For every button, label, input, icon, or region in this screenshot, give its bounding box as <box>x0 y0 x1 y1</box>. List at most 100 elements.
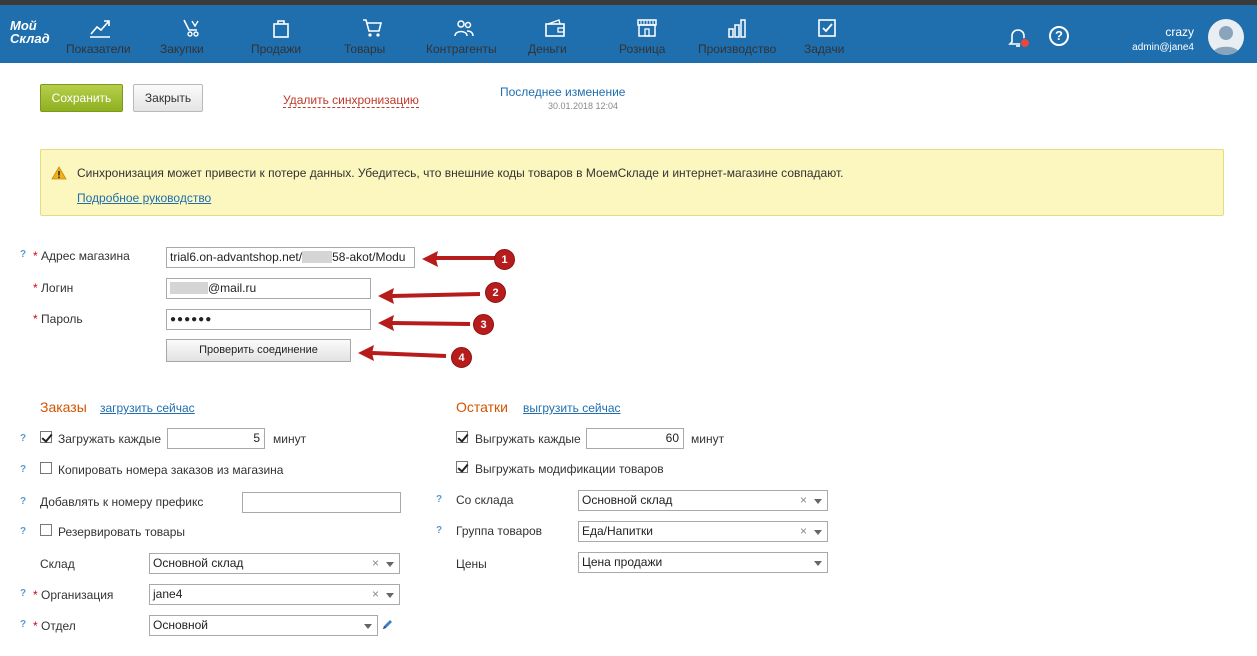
required-mark: * <box>33 281 38 295</box>
notification-badge <box>1020 38 1030 48</box>
last-change-date: 30.01.2018 12:04 <box>548 101 619 111</box>
load-every-input[interactable]: 5 <box>167 428 265 449</box>
copy-numbers-label: Копировать номера заказов из магазина <box>58 463 284 477</box>
export-mods-checkbox[interactable] <box>456 461 468 473</box>
guide-link[interactable]: Подробное руководство <box>77 191 211 205</box>
nav-item-retail[interactable]: Розница <box>619 5 675 63</box>
organization-label: * Организация <box>33 588 113 602</box>
orders-title: Заказы <box>40 399 87 415</box>
login-input[interactable]: @mail.ru <box>166 278 371 299</box>
department-select[interactable]: Основной <box>149 615 378 636</box>
warehouse-value: Основной склад <box>153 556 244 570</box>
nav-label: Деньги <box>528 42 567 56</box>
clear-icon[interactable]: × <box>800 491 807 510</box>
organization-value: jane4 <box>153 587 183 601</box>
help-icon[interactable]: ? <box>433 494 445 506</box>
help-icon[interactable]: ? <box>17 588 29 600</box>
nav-item-counterparties[interactable]: Контрагенты <box>426 5 502 63</box>
prefix-input[interactable] <box>242 492 401 513</box>
from-warehouse-label: Со склада <box>456 493 514 507</box>
export-now-link[interactable]: выгрузить сейчас <box>523 401 621 415</box>
organization-label-text: Организация <box>41 588 114 602</box>
help-icon[interactable]: ? <box>1049 26 1069 46</box>
clear-icon[interactable]: × <box>372 585 379 604</box>
nav-label: Показатели <box>66 42 131 56</box>
pencil-icon[interactable] <box>381 619 393 631</box>
cart-icon <box>361 18 383 38</box>
help-icon[interactable]: ? <box>17 496 29 508</box>
chevron-down-icon[interactable] <box>386 562 394 567</box>
redacted-block <box>170 282 208 294</box>
nav-label: Продажи <box>251 42 302 56</box>
help-icon[interactable]: ? <box>17 249 29 261</box>
nav-item-money[interactable]: Деньги <box>528 5 582 63</box>
warehouse-select[interactable]: Основной склад × <box>149 553 400 574</box>
organization-select[interactable]: jane4 × <box>149 584 400 605</box>
shop-address-label-text: Адрес магазина <box>41 249 130 263</box>
chevron-down-icon[interactable] <box>814 530 822 535</box>
logo-line-2: Склад <box>10 31 50 46</box>
chevron-down-icon[interactable] <box>386 593 394 598</box>
department-label: * Отдел <box>33 619 76 633</box>
annotation-arrow <box>378 315 471 331</box>
required-mark: * <box>33 619 38 633</box>
nav-item-purchases[interactable]: Закупки <box>160 5 222 63</box>
reserve-checkbox[interactable] <box>40 524 52 536</box>
close-button[interactable]: Закрыть <box>133 84 203 112</box>
clear-icon[interactable]: × <box>800 522 807 541</box>
product-group-select[interactable]: Еда/Напитки × <box>578 521 828 542</box>
delete-sync-link[interactable]: Удалить синхронизацию <box>283 93 419 108</box>
nav-item-products[interactable]: Товары <box>344 5 400 63</box>
required-mark: * <box>33 588 38 602</box>
copy-numbers-checkbox[interactable] <box>40 462 52 474</box>
help-icon[interactable]: ? <box>17 433 29 445</box>
task-icon <box>816 18 838 38</box>
check-connection-button[interactable]: Проверить соединение <box>166 339 351 362</box>
wallet-icon <box>544 18 566 38</box>
export-mods-label: Выгружать модификации товаров <box>475 462 664 476</box>
chevron-down-icon[interactable] <box>814 499 822 504</box>
nav-label: Контрагенты <box>426 42 497 56</box>
shop-address-input[interactable]: trial6.on-advantshop.net/58-akot/Modu <box>166 247 415 268</box>
load-now-link[interactable]: загрузить сейчас <box>100 401 195 415</box>
login-label: * Логин <box>33 281 73 295</box>
avatar[interactable] <box>1208 19 1244 55</box>
help-icon[interactable]: ? <box>433 525 445 537</box>
last-change-label: Последнее изменение <box>500 85 626 99</box>
annotation-arrow <box>378 288 481 304</box>
chevron-down-icon[interactable] <box>814 561 822 566</box>
annotation-badge: 1 <box>494 249 515 270</box>
password-input[interactable]: ●●●●●● <box>166 309 371 330</box>
prefix-label: Добавлять к номеру префикс <box>40 495 204 509</box>
redacted-block <box>302 251 333 263</box>
warning-icon <box>51 166 67 180</box>
nav-label: Задачи <box>804 42 845 56</box>
save-button[interactable]: Сохранить <box>40 84 123 112</box>
user-name[interactable]: crazy <box>1165 25 1194 39</box>
export-every-input[interactable]: 60 <box>586 428 684 449</box>
from-warehouse-select[interactable]: Основной склад × <box>578 490 828 511</box>
user-login[interactable]: admin@jane4 <box>1132 42 1194 53</box>
chart-icon <box>89 18 111 38</box>
clear-icon[interactable]: × <box>372 554 379 573</box>
help-icon[interactable]: ? <box>17 619 29 631</box>
nav-item-tasks[interactable]: Задачи <box>804 5 850 63</box>
help-icon[interactable]: ? <box>17 526 29 538</box>
product-group-value: Еда/Напитки <box>582 524 654 538</box>
export-every-checkbox[interactable] <box>456 431 468 443</box>
nav-item-sales[interactable]: Продажи <box>251 5 311 63</box>
top-navbar: Мой Склад Показатели Закупки Продажи Тов… <box>0 5 1257 63</box>
logo[interactable]: Мой Склад <box>10 19 54 45</box>
shop-address-label: * Адрес магазина <box>33 249 130 263</box>
password-label: * Пароль <box>33 312 83 326</box>
from-warehouse-value: Основной склад <box>582 493 673 507</box>
nav-item-indicators[interactable]: Показатели <box>66 5 134 63</box>
load-every-checkbox[interactable] <box>40 431 52 443</box>
minutes-label: минут <box>273 432 307 446</box>
chevron-down-icon[interactable] <box>364 624 372 629</box>
store-icon <box>636 18 658 38</box>
prices-select[interactable]: Цена продажи <box>578 552 828 573</box>
login-suffix: @mail.ru <box>208 281 257 295</box>
nav-item-production[interactable]: Производство <box>698 5 776 63</box>
help-icon[interactable]: ? <box>17 464 29 476</box>
